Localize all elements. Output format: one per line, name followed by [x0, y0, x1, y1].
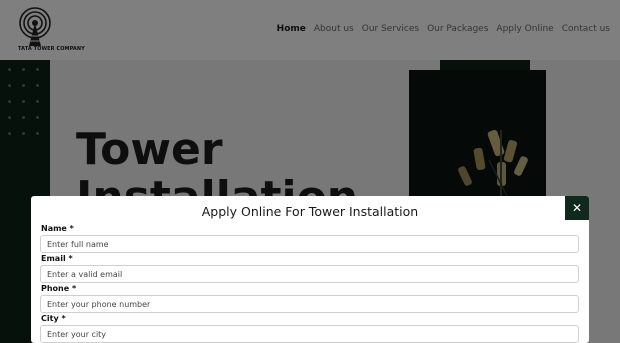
close-icon: ✕ [571, 201, 583, 215]
email-input[interactable] [40, 265, 579, 283]
email-label: Email * [41, 254, 73, 263]
apply-online-modal: Apply Online For Tower Installation ✕ Na… [31, 196, 589, 343]
phone-input[interactable] [40, 295, 579, 313]
name-input[interactable] [40, 235, 579, 253]
close-button[interactable]: ✕ [565, 196, 589, 220]
name-label: Name * [41, 224, 74, 233]
phone-label: Phone * [41, 284, 77, 293]
city-label: City * [41, 314, 66, 323]
city-input[interactable] [40, 325, 579, 343]
modal-title: Apply Online For Tower Installation [201, 204, 419, 219]
